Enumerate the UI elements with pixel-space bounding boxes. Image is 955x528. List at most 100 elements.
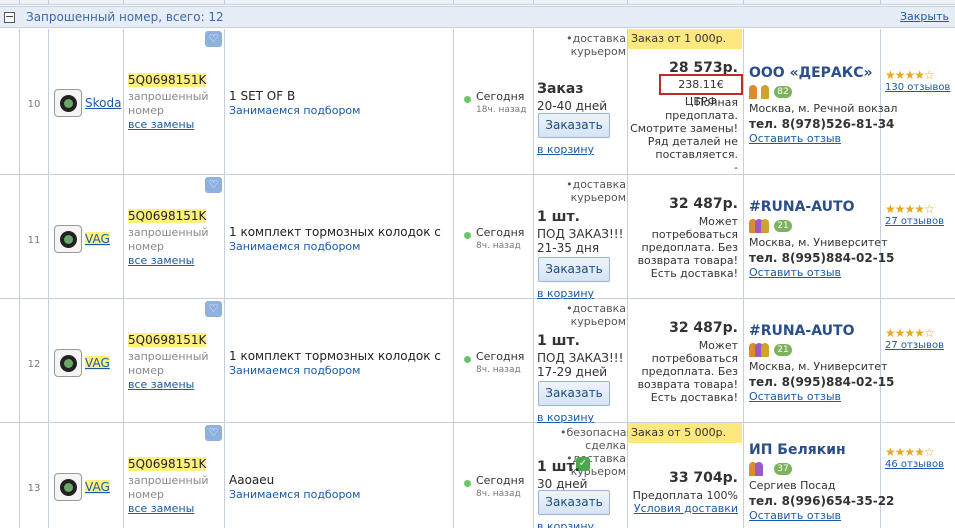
brand-link[interactable]: Skoda [85, 96, 121, 110]
row-number: 12 [27, 359, 41, 370]
article-number[interactable]: 5Q0698151K [128, 209, 207, 223]
column-divider [123, 29, 124, 174]
reviews-count-link[interactable]: 130 отзывов [885, 82, 950, 93]
seller-name[interactable]: #RUNA-AUTO [749, 199, 854, 215]
order-button[interactable]: Заказать [538, 381, 610, 406]
leave-review-link[interactable]: Оставить отзыв [749, 390, 841, 403]
seller-name[interactable]: ИП Белякин [749, 442, 846, 458]
part-selection-note[interactable]: Занимаемся подбором [229, 364, 360, 377]
add-to-cart-link[interactable]: в корзину [537, 143, 594, 156]
delivery-terms-link[interactable]: Условия доставки [630, 502, 738, 515]
seller-location: Москва, м. Университет [749, 360, 888, 373]
award-ribbon-icon [749, 85, 757, 99]
price-note: предоплата. [665, 109, 738, 122]
article-note: номер [128, 364, 164, 377]
price: 32 487р. [669, 196, 738, 212]
seller-phone: тел. 8(978)526-81-34 [749, 117, 895, 131]
rating-stars-icon: ★★★★☆ [885, 445, 935, 459]
article-note: номер [128, 488, 164, 501]
column-divider [453, 299, 454, 422]
column-divider [627, 175, 628, 298]
award-ribbon-icon [755, 462, 763, 476]
column-divider [743, 29, 744, 174]
all-replacements-link[interactable]: все замены [128, 378, 194, 391]
quantity: 1 шт. [537, 459, 580, 475]
column-divider [48, 175, 49, 298]
column-divider [533, 423, 534, 528]
seller-name[interactable]: #RUNA-AUTO [749, 323, 854, 339]
delivery-line: •доставка [566, 302, 626, 315]
rating-badge: 21 [774, 344, 792, 356]
order-button[interactable]: Заказать [538, 490, 610, 515]
price: 33 704р. [669, 470, 738, 486]
leave-review-link[interactable]: Оставить отзыв [749, 132, 841, 145]
collapse-toggle[interactable]: − [4, 11, 15, 23]
column-divider [453, 423, 454, 528]
leave-review-link[interactable]: Оставить отзыв [749, 509, 841, 522]
article-number[interactable]: 5Q0698151K [128, 73, 207, 87]
brand-link[interactable]: VAG [85, 356, 110, 370]
row-number: 10 [27, 99, 41, 110]
all-replacements-link[interactable]: все замены [128, 502, 194, 515]
favorite-heart-icon[interactable]: ♡ [205, 301, 222, 317]
order-button[interactable]: Заказать [538, 257, 610, 282]
quantity: 1 шт. [537, 209, 580, 225]
price-note: Может [698, 339, 738, 352]
price-note: возврата товара! [637, 378, 738, 391]
order-button[interactable]: Заказать [538, 113, 610, 138]
reviews-count-link[interactable]: 27 отзывов [885, 216, 944, 227]
part-selection-note[interactable]: Занимаемся подбором [229, 104, 360, 117]
car-brand-icon [60, 231, 77, 248]
price-note: Есть доставка! [650, 267, 738, 280]
all-replacements-link[interactable]: все замены [128, 118, 194, 131]
row-number: 11 [27, 235, 41, 246]
price-note: возврата товара! [637, 254, 738, 267]
price-note: предоплата. Без [641, 241, 738, 254]
part-description: 1 комплект тормозных колодок с [229, 225, 441, 239]
delivery-line: •безопасная [560, 426, 634, 439]
column-divider [123, 299, 124, 422]
add-to-cart-link[interactable]: в корзину [537, 520, 594, 528]
brand-logo-icon [54, 89, 82, 117]
reviews-count-link[interactable]: 46 отзывов [885, 459, 944, 470]
favorite-heart-icon[interactable]: ♡ [205, 31, 222, 47]
favorite-heart-icon[interactable]: ♡ [205, 177, 222, 193]
column-divider [743, 299, 744, 422]
seller-name[interactable]: ООО «ДЕРАКС» [749, 65, 873, 81]
part-selection-note[interactable]: Занимаемся подбором [229, 240, 360, 253]
brand-link[interactable]: VAG [85, 480, 110, 494]
column-divider [224, 299, 225, 422]
min-order-badge: Заказ от 5 000р. [628, 423, 742, 443]
seller-badges: 21 [749, 217, 809, 237]
delivery-line: •доставка [566, 178, 626, 191]
article-note: запрошенный [128, 90, 209, 103]
favorite-heart-icon[interactable]: ♡ [205, 425, 222, 441]
seller-badges: 37 [749, 460, 809, 480]
article-number[interactable]: 5Q0698151K [128, 457, 207, 471]
reviews-count-link[interactable]: 27 отзывов [885, 340, 944, 351]
article-note: номер [128, 104, 164, 117]
seller-location: Москва, м. Университет [749, 236, 888, 249]
seller-badges: 82 [749, 83, 809, 103]
price-note: Может [698, 215, 738, 228]
article-note: запрошенный [128, 350, 209, 363]
rating-stars-icon: ★★★★☆ [885, 68, 935, 82]
column-divider [224, 175, 225, 298]
row-number: 13 [27, 483, 41, 494]
close-group-link[interactable]: Закрыть [900, 10, 949, 23]
car-brand-icon [60, 355, 77, 372]
delivery-info: •доставка курьером [560, 302, 626, 328]
table-row: 13 VAG ♡ 5Q0698151K запрошенный номер все заме… [0, 423, 955, 528]
part-selection-note[interactable]: Занимаемся подбором [229, 488, 360, 501]
brand-link[interactable]: VAG [85, 232, 110, 246]
column-divider [533, 299, 534, 422]
quantity: 1 шт. [537, 333, 580, 349]
delivery-line: •доставка [566, 32, 626, 45]
lead-time: ПОД ЗАКАЗ!!! [537, 227, 624, 241]
leave-review-link[interactable]: Оставить отзыв [749, 266, 841, 279]
all-replacements-link[interactable]: все замены [128, 254, 194, 267]
column-divider [627, 299, 628, 422]
price-note: Полная [695, 96, 738, 109]
article-number[interactable]: 5Q0698151K [128, 333, 207, 347]
update-date: Сегодня [476, 474, 525, 487]
